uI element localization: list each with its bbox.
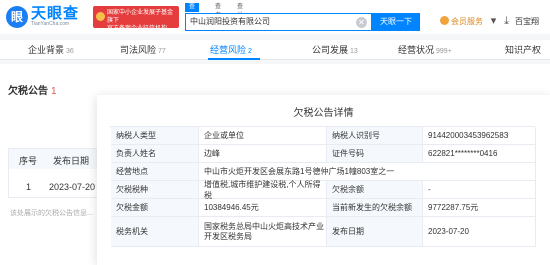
gov-badge-line1: 国家中小企业发展子基金旗下 — [107, 10, 174, 24]
label-new-tax-balance: 当前新发生的欠税余额 — [327, 199, 423, 217]
modal-title: 欠税公告详情 — [293, 108, 354, 119]
tab-count: 36 — [66, 48, 74, 55]
value-id-number: 622821********0416 — [423, 145, 536, 163]
clear-icon[interactable]: ✕ — [356, 17, 367, 28]
label-business-location: 经营地点 — [111, 163, 199, 181]
tab-label: 经营状况 — [398, 45, 435, 55]
cell-index: 1 — [26, 182, 32, 192]
section-count: 1 — [51, 86, 57, 97]
value-tax-authority: 国家税务总局中山火炬高技术产业开发区税务局 — [199, 217, 327, 247]
value-person-in-charge: 边峰 — [199, 145, 327, 163]
download-icon[interactable]: ⤓ — [500, 15, 513, 28]
tab-intellectual-property[interactable]: 知识产权 — [505, 40, 541, 60]
gov-badge-line2: 官方备案企业征信机构 — [107, 26, 168, 32]
value-tax-type: 增值税,城市维护建设税,个人所得税 — [199, 180, 327, 200]
label-id-number: 证件号码 — [327, 145, 423, 163]
search-tab-boss[interactable]: 查老板 — [215, 3, 221, 28]
value-new-tax-balance: 9772287.75元 — [423, 199, 536, 217]
cell-date: 2023-07-20 — [49, 182, 96, 192]
value-tax-balance: - — [423, 181, 536, 199]
tab-operating-status[interactable]: 经营状况 999+ — [398, 40, 452, 60]
tab-count: 999+ — [436, 48, 452, 55]
tax-notice-table: 序号 发布日期 1 2023-07-20 — [8, 148, 100, 198]
tab-label: 知识产权 — [505, 45, 542, 55]
search-tab-company[interactable]: 查公司 — [185, 3, 200, 28]
search-input-value: 中山润阳投资有限公司 — [190, 17, 270, 26]
seal-icon — [96, 12, 105, 21]
section-title-text: 欠税公告 — [8, 86, 48, 97]
label-tax-type: 欠税税种 — [111, 181, 199, 199]
footnote: 该处展示的欠税公告信息... — [10, 210, 93, 217]
detail-row: 欠税金额 10384946.45元 当前新发生的欠税余额 9772287.75元 — [111, 199, 536, 217]
col-date-header: 发布日期 — [53, 156, 90, 166]
label-tax-amount: 欠税金额 — [111, 199, 199, 217]
label-person-in-charge: 负责人姓名 — [111, 145, 199, 163]
detail-row: 欠税税种 增值税,城市维护建设税,个人所得税 欠税余额 - — [111, 180, 536, 200]
active-tab-indicator — [208, 58, 260, 60]
vip-label: 会员服务 — [451, 17, 483, 26]
vip-service-button[interactable]: 会员服务 — [440, 13, 483, 31]
tab-label: 企业背景 — [28, 45, 65, 55]
label-publish-date: 发布日期 — [327, 217, 423, 247]
tax-notice-detail-modal: 欠税公告详情 纳税人类型 企业或单位 纳税人识别号 91442000345396… — [97, 95, 550, 265]
value-taxpayer-type: 企业或单位 — [199, 127, 327, 145]
dimension-tabs: 企业背景 36 司法风险 77 经营风险 2 公司发展 13 经营状况 999+ 知识产权 — [0, 40, 550, 60]
detail-row: 纳税人类型 企业或单位 纳税人识别号 91442000345396258З — [111, 127, 536, 145]
value-taxpayer-id: 91442000345396258З — [423, 127, 536, 145]
label-taxpayer-id: 纳税人识别号 — [327, 127, 423, 145]
logo-mark-icon: 眼 — [6, 6, 28, 28]
section-title: 欠税公告 1 — [8, 82, 57, 97]
search-tab-relation[interactable]: 查关系 — [237, 3, 243, 28]
label-tax-authority: 税务机关 — [111, 217, 199, 247]
tab-company-background[interactable]: 企业背景 36 — [28, 40, 74, 60]
detail-row: 负责人姓名 边峰 证件号码 622821********0416 — [111, 145, 536, 163]
detail-row: 税务机关 国家税务总局中山火炬高技术产业开发区税务局 发布日期 2023-07-… — [111, 217, 536, 247]
value-tax-amount: 10384946.45元 — [199, 199, 327, 217]
tab-label: 经营风险 — [210, 45, 247, 55]
logo-text: 天眼查 — [31, 5, 80, 22]
tab-count: 2 — [248, 48, 252, 55]
tab-label: 司法风险 — [120, 45, 157, 55]
search-input[interactable]: 中山润阳投资有限公司 ✕ — [185, 13, 372, 31]
tab-company-development[interactable]: 公司发展 13 — [312, 40, 358, 60]
tab-label: 公司发展 — [312, 45, 349, 55]
gov-badge: 国家中小企业发展子基金旗下 官方备案企业征信机构 — [93, 6, 179, 32]
tab-judicial-risk[interactable]: 司法风险 77 — [120, 40, 166, 60]
col-index-header: 序号 — [19, 156, 38, 166]
label-taxpayer-type: 纳税人类型 — [111, 127, 199, 145]
value-publish-date: 2023-07-20 — [423, 217, 536, 247]
label-tax-balance: 欠税余额 — [327, 181, 423, 199]
detail-grid: 纳税人类型 企业或单位 纳税人识别号 91442000345396258З 负责… — [110, 126, 536, 247]
top-header: 眼 天眼查 TianYanCha.com 国家中小企业发展子基金旗下 官方备案企… — [0, 0, 550, 34]
site-logo[interactable]: 眼 天眼查 TianYanCha.com — [6, 6, 92, 28]
vip-crown-icon — [440, 16, 449, 25]
table-header: 序号 发布日期 — [9, 149, 99, 169]
search-button[interactable]: 天眼一下 — [372, 13, 420, 31]
tab-count: 77 — [158, 48, 166, 55]
tab-operating-risk[interactable]: 经营风险 2 — [210, 40, 252, 60]
logo-url: TianYanCha.com — [31, 21, 70, 27]
menu-icon[interactable]: ▾ — [487, 15, 500, 28]
user-name[interactable]: 百宝翔 — [515, 13, 539, 31]
tab-count: 13 — [350, 48, 358, 55]
